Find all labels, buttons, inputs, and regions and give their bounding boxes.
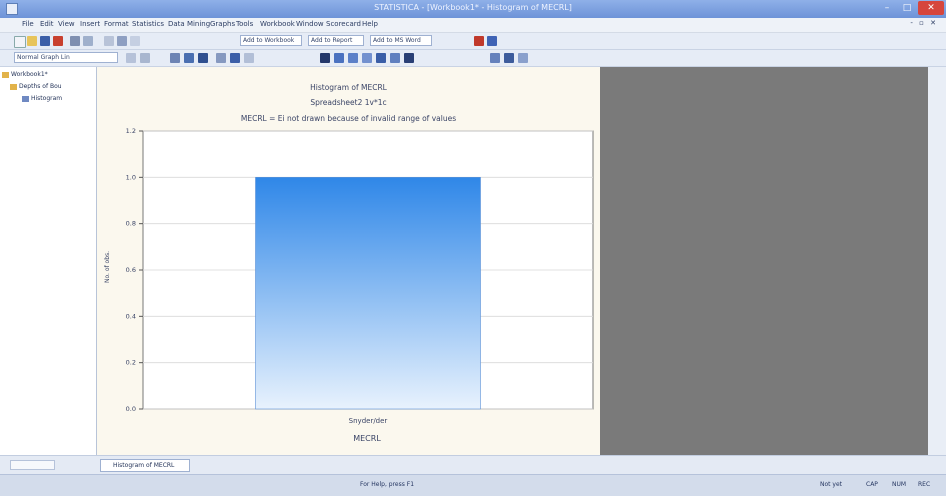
- tool-icon[interactable]: [474, 36, 484, 46]
- tree-node-group[interactable]: Depths of Bou: [10, 83, 62, 90]
- mdi-controls[interactable]: - ▫ ✕: [910, 19, 938, 27]
- graph-tool-icon[interactable]: [404, 53, 414, 63]
- folder-icon: [10, 83, 17, 90]
- status-help: For Help, press F1: [360, 481, 415, 488]
- graph-tool-icon[interactable]: [490, 53, 500, 63]
- menu-scorecard[interactable]: Scorecard: [326, 20, 361, 28]
- close-button[interactable]: ✕: [918, 1, 944, 15]
- workbook-icon[interactable]: [53, 36, 63, 46]
- tab-histogram[interactable]: Histogram of MECRL: [100, 459, 190, 472]
- graph-tool-icon[interactable]: [198, 53, 208, 63]
- graph-tool-icon[interactable]: [362, 53, 372, 63]
- graph-tool-icon[interactable]: [244, 53, 254, 63]
- menu-file[interactable]: File: [22, 20, 34, 28]
- status-bar: For Help, press F1 Not yet CAP NUM REC: [0, 474, 946, 496]
- graph-toolbar: Normal Graph Lin: [0, 50, 946, 67]
- right-panel: [928, 67, 946, 455]
- window-tab-bar: Histogram of MECRL: [0, 455, 946, 474]
- add-to-workbook-combo[interactable]: Add to Workbook: [240, 35, 302, 46]
- menu-format[interactable]: Format: [104, 20, 129, 28]
- menu-bar: File Edit View Insert Format Statistics …: [0, 18, 946, 32]
- cut-icon[interactable]: [104, 36, 114, 46]
- graph-tool-icon[interactable]: [170, 53, 180, 63]
- x-tick-labels: Snyder/der: [349, 417, 388, 425]
- status-cap: CAP: [866, 481, 878, 488]
- y-axis-label: No. of obs.: [104, 251, 111, 283]
- menu-workbook[interactable]: Workbook: [260, 20, 295, 28]
- tree-node-histogram[interactable]: Histogram: [22, 95, 62, 102]
- y-tick-label: 0.0: [126, 405, 136, 413]
- graph-window: Histogram of MECRL Spreadsheet2 1v*1c ME…: [97, 67, 600, 455]
- menu-view[interactable]: View: [58, 20, 75, 28]
- graph-tool-icon[interactable]: [504, 53, 514, 63]
- workbook-tree: Workbook1* Depths of Bou Histogram: [0, 67, 97, 455]
- empty-workspace: [600, 67, 928, 455]
- maximize-button[interactable]: □: [896, 1, 918, 15]
- copy-icon[interactable]: [117, 36, 127, 46]
- open-icon[interactable]: [27, 36, 37, 46]
- y-tick-label: 0.6: [126, 266, 136, 274]
- graph-tool-icon[interactable]: [216, 53, 226, 63]
- y-tick-label: 0.8: [126, 220, 136, 228]
- menu-statistics[interactable]: Statistics: [132, 20, 164, 28]
- x-tick-label: Snyder/der: [349, 417, 388, 425]
- graph-tool-icon[interactable]: [376, 53, 386, 63]
- menu-graphs[interactable]: Graphs: [210, 20, 235, 28]
- add-to-report-combo[interactable]: Add to Report: [308, 35, 364, 46]
- menu-data-mining[interactable]: Data Mining: [168, 20, 210, 28]
- window-title: STATISTICA - [Workbook1* - Histogram of …: [374, 3, 572, 12]
- histogram-chart[interactable]: 0.0 0.2 0.4 0.6 0.8 1.0 1.2 Snyder/der MECRL N…: [97, 67, 600, 455]
- status-rec: REC: [918, 481, 931, 488]
- menu-insert[interactable]: Insert: [80, 20, 100, 28]
- print-icon[interactable]: [70, 36, 80, 46]
- bars: [255, 177, 481, 410]
- y-tick-labels: 0.0 0.2 0.4 0.6 0.8 1.0 1.2: [126, 127, 143, 413]
- folder-icon: [2, 71, 9, 78]
- title-bar: STATISTICA - [Workbook1* - Histogram of …: [0, 0, 946, 18]
- y-tick-label: 0.2: [126, 359, 136, 367]
- menu-window[interactable]: Window: [296, 20, 324, 28]
- graph-tool-icon[interactable]: [348, 53, 358, 63]
- horizontal-scrollbar[interactable]: [10, 460, 55, 470]
- graph-tool-icon[interactable]: [140, 53, 150, 63]
- graph-tool-icon[interactable]: [390, 53, 400, 63]
- y-tick-label: 1.0: [126, 173, 136, 181]
- paste-icon[interactable]: [130, 36, 140, 46]
- menu-tools[interactable]: Tools: [236, 20, 253, 28]
- new-icon[interactable]: [14, 36, 26, 48]
- y-tick-label: 1.2: [126, 127, 136, 135]
- graph-tool-icon[interactable]: [320, 53, 330, 63]
- save-icon[interactable]: [40, 36, 50, 46]
- histogram-bar[interactable]: [255, 177, 481, 410]
- graph-tool-icon[interactable]: [126, 53, 136, 63]
- tree-node-workbook[interactable]: Workbook1*: [2, 71, 48, 78]
- status-num: NUM: [892, 481, 907, 488]
- x-axis-label: MECRL: [353, 434, 381, 443]
- minimize-button[interactable]: –: [876, 1, 898, 15]
- graph-tool-icon[interactable]: [230, 53, 240, 63]
- help-icon[interactable]: [487, 36, 497, 46]
- y-tick-label: 0.4: [126, 312, 136, 320]
- add-to-msword-combo[interactable]: Add to MS Word: [370, 35, 432, 46]
- graph-tool-icon[interactable]: [184, 53, 194, 63]
- menu-help[interactable]: Help: [362, 20, 378, 28]
- graph-tool-icon[interactable]: [334, 53, 344, 63]
- graph-tool-icon[interactable]: [518, 53, 528, 63]
- standard-toolbar: Add to Workbook Add to Report Add to MS …: [0, 33, 946, 50]
- preview-icon[interactable]: [83, 36, 93, 46]
- status-field: Not yet: [820, 481, 843, 488]
- graph-icon: [22, 95, 29, 102]
- menu-edit[interactable]: Edit: [40, 20, 54, 28]
- style-combo[interactable]: Normal Graph Lin: [14, 52, 118, 63]
